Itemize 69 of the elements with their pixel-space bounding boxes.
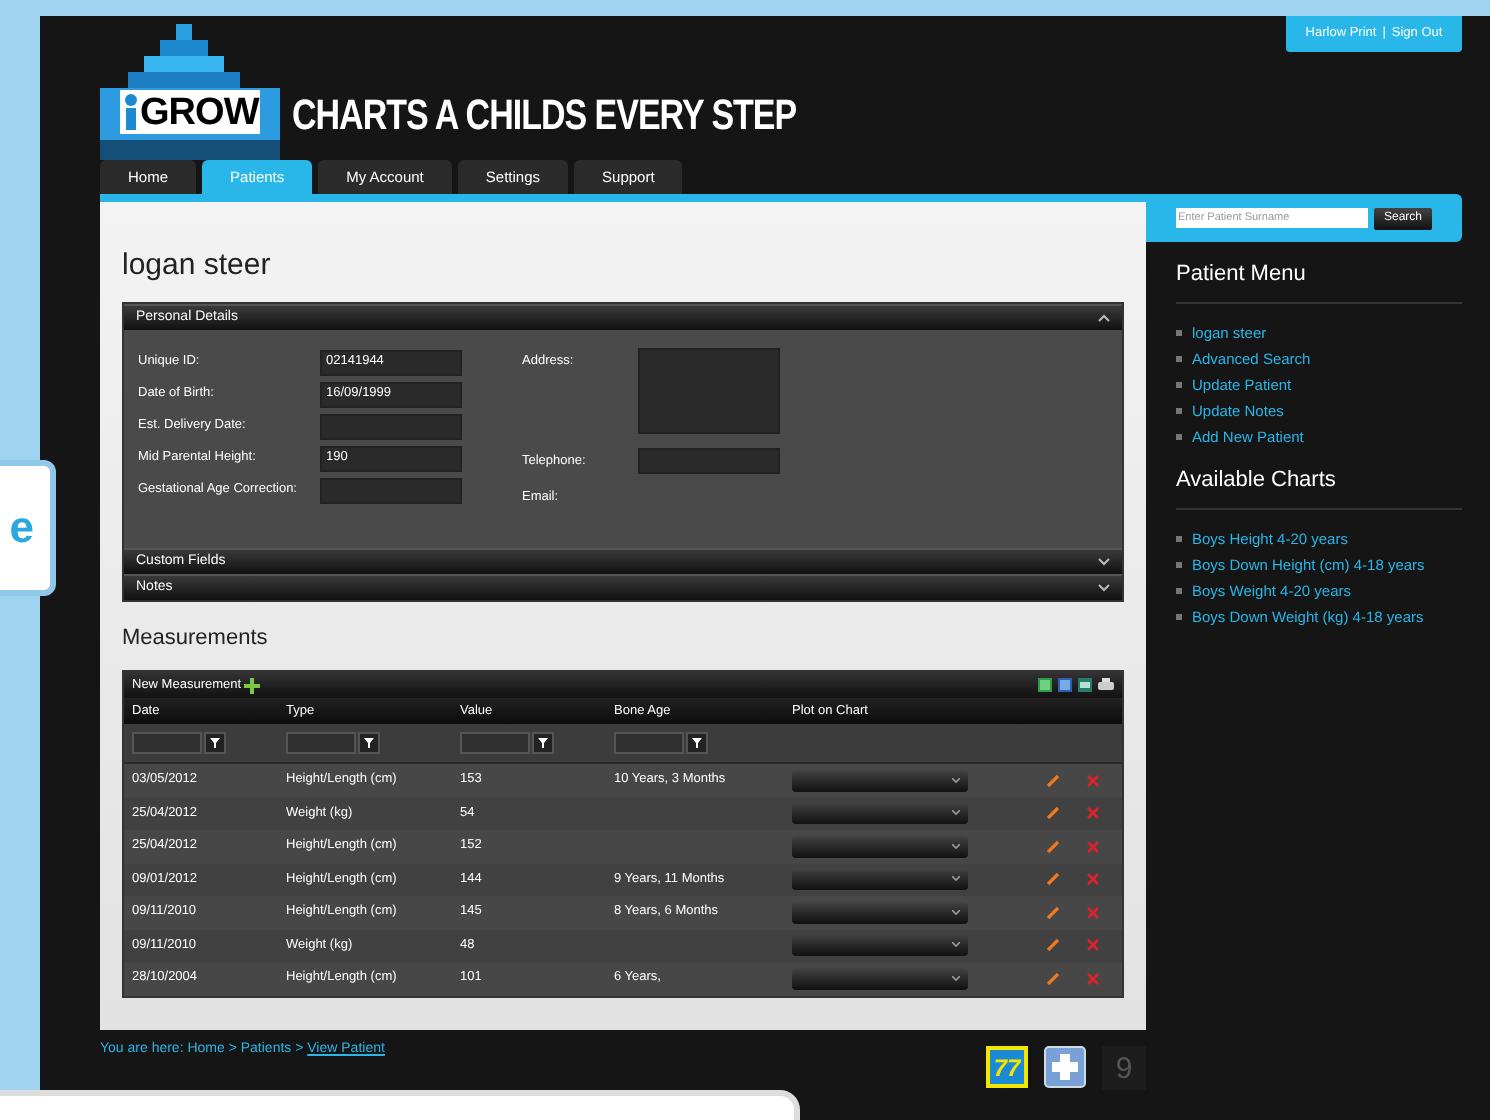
printer-icon[interactable] xyxy=(1098,678,1114,692)
delete-icon[interactable] xyxy=(1086,872,1100,887)
bullet-icon xyxy=(1176,588,1182,594)
chart-dropdown[interactable] xyxy=(792,835,968,858)
chart-dropdown[interactable] xyxy=(792,934,968,957)
delete-icon[interactable] xyxy=(1086,905,1100,920)
expand-icon[interactable] xyxy=(1098,584,1110,592)
expand-icon[interactable] xyxy=(1098,558,1110,566)
logo-i-icon xyxy=(124,94,138,130)
filter-field[interactable] xyxy=(286,732,356,754)
pencil-icon[interactable] xyxy=(1046,839,1060,854)
bullet-icon xyxy=(1176,434,1182,440)
chevron-icon xyxy=(952,843,960,850)
address-field[interactable] xyxy=(638,348,780,434)
filter-field[interactable] xyxy=(460,732,530,754)
delete-icon[interactable] xyxy=(1086,938,1100,953)
chart-dropdown[interactable] xyxy=(792,901,968,924)
text-field[interactable] xyxy=(638,448,780,474)
delete-icon[interactable] xyxy=(1086,806,1100,821)
delete-icon[interactable] xyxy=(1086,773,1100,788)
plus-icon[interactable] xyxy=(1044,1046,1086,1088)
chevron-icon xyxy=(952,975,960,982)
pencil-icon[interactable] xyxy=(1046,806,1060,821)
bullet-icon xyxy=(1176,614,1182,620)
section-heading: Measurements xyxy=(122,628,270,650)
bullet-icon xyxy=(1176,408,1182,414)
filter-button[interactable] xyxy=(532,732,554,754)
logo-text: GROW xyxy=(140,93,259,131)
pencil-icon[interactable] xyxy=(1046,773,1060,788)
chart-dropdown[interactable] xyxy=(792,967,968,990)
plus-icon xyxy=(243,677,260,693)
filter-button[interactable] xyxy=(358,732,380,754)
tagline: CHARTS A CHILDS EVERY STEP xyxy=(292,93,797,137)
bullet-icon xyxy=(1176,330,1182,336)
counter-badge: 9 xyxy=(1102,1046,1146,1090)
filter-button[interactable] xyxy=(686,732,708,754)
spreadsheet-icon[interactable] xyxy=(1038,678,1052,692)
text-field[interactable] xyxy=(320,477,462,503)
filter-button[interactable] xyxy=(204,732,226,754)
menu-heading: Patient Menu xyxy=(1176,264,1308,286)
filter-field[interactable] xyxy=(132,732,202,754)
chart-dropdown[interactable] xyxy=(792,769,968,792)
text-field[interactable] xyxy=(320,413,462,439)
bullet-icon xyxy=(1176,536,1182,542)
pencil-icon[interactable] xyxy=(1046,971,1060,986)
chevron-icon xyxy=(952,909,960,916)
pencil-icon[interactable] xyxy=(1046,938,1060,953)
patient-name: logan steer xyxy=(122,250,273,280)
chart-dropdown[interactable] xyxy=(792,868,968,891)
filter-icon xyxy=(538,738,548,748)
filter-icon xyxy=(364,738,374,748)
delete-icon[interactable] xyxy=(1086,839,1100,854)
chevron-icon xyxy=(952,810,960,817)
collapse-icon[interactable] xyxy=(1098,314,1110,322)
menu-heading: Available Charts xyxy=(1176,470,1338,492)
chart-dropdown[interactable] xyxy=(792,802,968,825)
overlay-card: e xyxy=(0,460,56,596)
chevron-icon xyxy=(952,876,960,883)
filter-icon xyxy=(210,738,220,748)
delete-icon[interactable] xyxy=(1086,971,1100,986)
chevron-icon xyxy=(952,777,960,784)
bullet-icon xyxy=(1176,562,1182,568)
bullet-icon xyxy=(1176,382,1182,388)
chevron-icon xyxy=(952,942,960,949)
filter-icon xyxy=(692,738,702,748)
pencil-icon[interactable] xyxy=(1046,872,1060,887)
bullet-icon xyxy=(1176,356,1182,362)
filter-field[interactable] xyxy=(614,732,684,754)
pencil-icon[interactable] xyxy=(1046,905,1060,920)
